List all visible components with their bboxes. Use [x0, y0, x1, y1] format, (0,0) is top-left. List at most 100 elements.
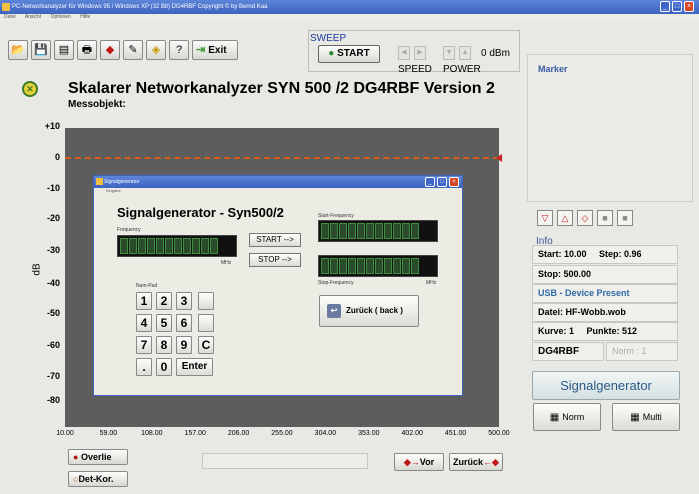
overlie-button[interactable]: ● Overlie — [68, 449, 128, 465]
key-4[interactable]: 4 — [136, 314, 152, 332]
x-tick-label: 157.00 — [184, 430, 206, 437]
dialog-menu-eingabe[interactable]: Eingabe — [106, 188, 121, 193]
y-tick-label: -40 — [46, 278, 60, 288]
start-frequency-button[interactable]: START --> — [249, 233, 301, 247]
minimize-icon[interactable]: _ — [660, 1, 670, 12]
y-tick-label: +10 — [44, 121, 60, 131]
dialog-maximize-icon[interactable]: □ — [437, 177, 447, 187]
power-value: 0 dBm — [481, 48, 510, 59]
key-1[interactable]: 1 — [136, 292, 152, 310]
signalgenerator-button[interactable]: Signalgenerator — [532, 371, 680, 400]
dialog-app-icon — [96, 178, 103, 185]
trace-marker-icon — [496, 154, 502, 162]
menu-ansicht[interactable]: Ansicht — [25, 14, 41, 20]
frequency-label: Frequency — [117, 227, 141, 233]
y-axis-label: dB — [31, 263, 43, 276]
zurueck-button[interactable]: Zurück←◆ — [449, 453, 503, 471]
norm-button[interactable]: ▦ Norm — [533, 403, 601, 431]
menu-datei[interactable]: Datei — [4, 14, 16, 20]
y-tick-label: -30 — [46, 245, 60, 255]
marker-down-icon[interactable]: ▽ — [537, 210, 553, 226]
marker-diamond-icon[interactable]: ◇ — [577, 210, 593, 226]
help-icon[interactable]: ? — [169, 40, 189, 60]
info-callsign: DG4RBF — [532, 342, 604, 361]
y-tick-label: -70 — [46, 371, 60, 381]
info-norm-value: Norm : 1 — [606, 342, 678, 361]
multi-icon: ▦ — [630, 412, 640, 423]
info-datei: Datei: HF-Wobb.wob — [532, 303, 678, 322]
key-0[interactable]: 0 — [156, 358, 172, 376]
key-9[interactable]: 9 — [176, 336, 192, 354]
x-tick-label: 59.00 — [99, 430, 118, 437]
power-label: POWER — [443, 64, 481, 75]
det-kor-button[interactable]: ○Det-Kor. — [68, 471, 128, 487]
key-6[interactable]: 6 — [176, 314, 192, 332]
menu-optionen[interactable]: Optionen — [51, 14, 71, 20]
notes-icon[interactable]: ✎ — [123, 40, 143, 60]
sweep-start-label: START — [337, 48, 370, 59]
device-icon[interactable]: ▤ — [54, 40, 74, 60]
stop-frequency-display — [318, 255, 438, 277]
x-tick-label: 353.00 — [358, 430, 380, 437]
speed-label: SPEED — [398, 64, 432, 75]
key-8[interactable]: 8 — [156, 336, 172, 354]
norm-label: Norm — [562, 412, 585, 422]
key-2[interactable]: 2 — [156, 292, 172, 310]
speed-up-icon[interactable]: ▶ — [414, 46, 426, 60]
key-enter[interactable]: Enter — [176, 358, 213, 376]
speed-down-icon[interactable]: ◀ — [398, 46, 410, 60]
key-blank-2[interactable] — [198, 314, 214, 332]
x-tick-label: 451.00 — [444, 430, 467, 437]
status-field — [202, 453, 368, 469]
x-tick-label: 304.00 — [314, 430, 337, 437]
vor-button[interactable]: ◆→Vor — [394, 453, 444, 471]
y-tick-label: -60 — [46, 340, 60, 350]
close-icon[interactable]: × — [684, 1, 694, 12]
marker-square-2-icon[interactable]: ■ — [617, 210, 633, 226]
dialog-close-icon[interactable]: × — [449, 177, 459, 187]
marker-label: Marker — [538, 64, 568, 74]
x-tick-label: 402.00 — [401, 430, 423, 437]
zurueck-arrow-icon: ←◆ — [483, 457, 499, 467]
x-tick-label: 500.00 — [488, 430, 510, 437]
zurueck-label: Zurück — [453, 457, 484, 467]
info-stop: Stop: 500.00 — [532, 265, 678, 284]
marker-square-icon[interactable]: ■ — [597, 210, 613, 226]
start-frequency-display — [318, 220, 438, 242]
stop-frequency-label: Stop-Frequency — [318, 280, 354, 286]
sweep-start-button[interactable]: ● START — [318, 45, 380, 63]
marker-panel — [527, 54, 693, 202]
y-tick-label: 0 — [54, 152, 60, 162]
det-kor-label: Det-Kor. — [78, 474, 114, 484]
marker-up-icon[interactable]: △ — [557, 210, 573, 226]
multi-button[interactable]: ▦ Multi — [612, 403, 680, 431]
open-folder-icon[interactable]: 📂 — [8, 40, 28, 60]
key-3[interactable]: 3 — [176, 292, 192, 310]
maximize-icon[interactable]: □ — [672, 1, 682, 12]
sweep-label: SWEEP — [310, 33, 347, 44]
key-clear[interactable]: C — [198, 336, 214, 354]
exit-button[interactable]: ⇥ Exit — [192, 40, 238, 60]
main-toolbar: 📂 💾 ▤ 🖶 ◆ ✎ ◈ ? ⇥ Exit — [8, 40, 238, 60]
key-5[interactable]: 5 — [156, 314, 172, 332]
x-tick-label: 108.00 — [141, 430, 163, 437]
menu-hilfe[interactable]: Hilfe — [80, 14, 90, 20]
multi-label: Multi — [642, 412, 662, 422]
save-icon[interactable]: 💾 — [31, 40, 51, 60]
dialog-minimize-icon[interactable]: _ — [425, 177, 435, 187]
power-up-icon[interactable]: ▲ — [459, 46, 471, 60]
key-blank[interactable] — [198, 292, 214, 310]
window-title: PC-Networkanalyzer für Windows 95 / Wind… — [12, 4, 268, 10]
key-7[interactable]: 7 — [136, 336, 152, 354]
y-tick-label: -50 — [46, 308, 60, 318]
info-usb-status: USB - Device Present — [532, 284, 678, 303]
marker-icon[interactable]: ◆ — [100, 40, 120, 60]
stop-frequency-button[interactable]: STOP --> — [249, 253, 301, 267]
key-decimal[interactable]: . — [136, 358, 152, 376]
y-tick-label: -10 — [46, 183, 60, 193]
power-down-icon[interactable]: ▼ — [443, 46, 455, 60]
info-step: Step: 0.96 — [599, 249, 642, 259]
warning-icon[interactable]: ◈ — [146, 40, 166, 60]
print-icon[interactable]: 🖶 — [77, 40, 97, 60]
back-button[interactable]: ↩ Zurück ( back ) — [319, 295, 419, 327]
